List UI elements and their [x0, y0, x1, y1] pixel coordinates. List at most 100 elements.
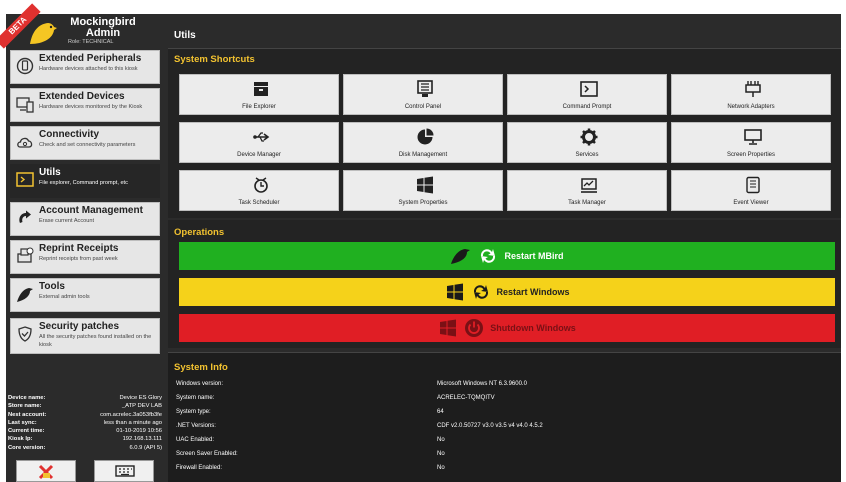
tile-task-manager[interactable]: Task Manager — [507, 170, 667, 211]
sidebar-item-title: Extended Devices — [39, 91, 125, 102]
sidebar: BETA Mockingbird Admin Role: TECHNICAL E… — [0, 3, 164, 482]
section-title: Operations — [174, 227, 225, 238]
pie-chart-icon — [417, 128, 434, 145]
tile-control-panel[interactable]: Control Panel — [343, 74, 503, 115]
page-title: Utils — [174, 30, 196, 41]
tile-services[interactable]: Services — [507, 122, 667, 163]
usb-icon — [253, 132, 270, 142]
terminal-icon — [16, 172, 34, 187]
device-info-row: Kiosk Ip: 192.168.13.111 — [8, 436, 162, 443]
system-info-section: System Info Windows version: Microsoft Wi… — [168, 352, 841, 482]
devices-icon — [16, 97, 34, 113]
close-icon — [38, 464, 54, 480]
sidebar-item-desc: Check and set connectivity parameters — [39, 142, 136, 148]
section-title: System Info — [174, 362, 228, 373]
device-info-row: Current time: 01-10-2019 10:56 — [8, 428, 162, 435]
task-manager-icon — [581, 178, 597, 193]
sidebar-item-desc: All the security patches found installed… — [39, 334, 152, 348]
device-info-row: Store name: _ATP DEV LAB — [8, 403, 162, 410]
bird-icon — [451, 249, 471, 264]
tile-network-adapters[interactable]: Network Adapters — [671, 74, 831, 115]
printer-icon — [17, 247, 34, 263]
system-info-row: Firewall Enabled: No — [176, 465, 445, 471]
user-role: Role: TECHNICAL — [68, 39, 114, 45]
sidebar-item-desc: Erase current Account — [39, 218, 95, 224]
sidebar-item-desc: Reprint receipts from past week — [39, 256, 118, 262]
shortcut-grid: File Explorer Control Panel Command Prom… — [179, 74, 831, 214]
user-name: Mockingbird Admin — [70, 16, 136, 39]
sidebar-item-reprint-receipts[interactable]: Reprint Receipts Reprint receipts from p… — [10, 240, 160, 274]
device-info: Device name: Device ES Glory Store name: _… — [8, 394, 162, 452]
operation-label: Shutdown Windows — [490, 323, 576, 333]
main-panel: Utils System Shortcuts File Explorer Con… — [168, 22, 841, 482]
shutdown-windows-button[interactable]: Shutdown Windows — [179, 314, 835, 342]
system-info-row: UAC Enabled: No — [176, 437, 445, 443]
sidebar-item-title: Extended Peripherals — [39, 53, 142, 64]
sidebar-item-desc: File explorer, Command prompt, etc — [39, 180, 128, 186]
tile-screen-properties[interactable]: Screen Properties — [671, 122, 831, 163]
section-title: System Shortcuts — [174, 54, 255, 65]
operation-label: Restart Windows — [496, 287, 570, 297]
system-info-row: System name: ACRELEC-TQMQITV — [176, 395, 495, 401]
tile-system-properties[interactable]: System Properties — [343, 170, 503, 211]
sidebar-item-connectivity[interactable]: Connectivity Check and set connectivity … — [10, 126, 160, 160]
operation-label: Restart MBird — [504, 251, 564, 261]
sidebar-item-desc: External admin tools — [39, 294, 90, 300]
tile-disk-management[interactable]: Disk Management — [343, 122, 503, 163]
cloud-icon — [17, 137, 33, 148]
usb-device-icon — [16, 57, 34, 75]
system-shortcuts-section: System Shortcuts File Explorer Control P… — [168, 48, 841, 218]
windows-logo-icon — [417, 176, 433, 194]
sidebar-item-title: Account Management — [39, 205, 143, 216]
sidebar-item-title: Connectivity — [39, 129, 100, 140]
device-info-row: Last sync: less than a minute ago — [8, 419, 162, 426]
sidebar-item-extended-peripherals[interactable]: Extended Peripherals Hardware devices at… — [10, 50, 160, 84]
sidebar-item-title: Utils — [39, 167, 61, 178]
control-panel-icon — [417, 80, 433, 97]
refresh-icon — [473, 285, 488, 299]
refresh-icon — [19, 210, 31, 223]
system-info-row: Screen Saver Enabled: No — [176, 451, 445, 457]
tile-event-viewer[interactable]: Event Viewer — [671, 170, 831, 211]
sidebar-item-title: Security patches — [39, 321, 120, 332]
file-explorer-icon — [254, 82, 268, 96]
system-info-row: .NET Versions: CDF v2.0.50727 v3.0 v3.5 v… — [176, 423, 543, 429]
tile-file-explorer[interactable]: File Explorer — [179, 74, 339, 115]
power-icon — [465, 319, 484, 337]
sidebar-item-tools[interactable]: Tools External admin tools — [10, 278, 160, 312]
bird-icon — [17, 288, 33, 302]
sidebar-item-title: Tools — [39, 281, 65, 292]
gear-icon — [580, 128, 598, 146]
notepad-icon — [746, 176, 760, 194]
sidebar-item-title: Reprint Receipts — [39, 243, 119, 254]
tile-command-prompt[interactable]: Command Prompt — [507, 74, 667, 115]
user-panel: BETA Mockingbird Admin Role: TECHNICAL — [0, 3, 164, 49]
command-prompt-icon — [580, 81, 598, 97]
sidebar-item-utils[interactable]: Utils File explorer, Command prompt, etc — [10, 164, 160, 198]
app-window: BETA Mockingbird Admin Role: TECHNICAL E… — [0, 3, 841, 482]
keyboard-icon — [115, 465, 135, 477]
device-info-row: Device name: Device ES Glory — [8, 395, 162, 401]
clock-icon — [254, 177, 268, 193]
system-info-row: System type: 64 — [176, 409, 444, 415]
tile-device-manager[interactable]: Device Manager — [179, 122, 339, 163]
monitor-icon — [744, 129, 762, 145]
restart-windows-button[interactable]: Restart Windows — [179, 278, 835, 306]
sidebar-item-extended-devices[interactable]: Extended Devices Hardware devices monito… — [10, 88, 160, 122]
sidebar-item-desc: Hardware devices monitored by the Kiosk — [39, 104, 143, 110]
network-adapter-icon — [745, 81, 761, 97]
restart-mbird-button[interactable]: Restart MBird — [179, 242, 835, 270]
device-info-row: Core version: 6.0.9 (API 5) — [8, 444, 162, 451]
windows-logo-icon — [446, 283, 463, 301]
operations-section: Operations Restart MBird Restart Windows… — [168, 220, 841, 348]
shield-icon — [18, 326, 32, 342]
sidebar-item-account-management[interactable]: Account Management Erase current Account — [10, 202, 160, 236]
system-info-row: Windows version: Microsoft Windows NT 6.3… — [176, 381, 527, 387]
keyboard-button[interactable] — [94, 460, 154, 482]
sidebar-item-desc: Hardware devices attached to this kiosk — [39, 66, 138, 72]
tile-task-scheduler[interactable]: Task Scheduler — [179, 170, 339, 211]
device-info-row: Nest account: com.acrelec.3a053fb3fe — [8, 411, 162, 418]
refresh-icon — [481, 249, 496, 263]
exit-button[interactable] — [16, 460, 76, 482]
sidebar-item-security-patches[interactable]: Security patches All the security patche… — [10, 318, 160, 354]
